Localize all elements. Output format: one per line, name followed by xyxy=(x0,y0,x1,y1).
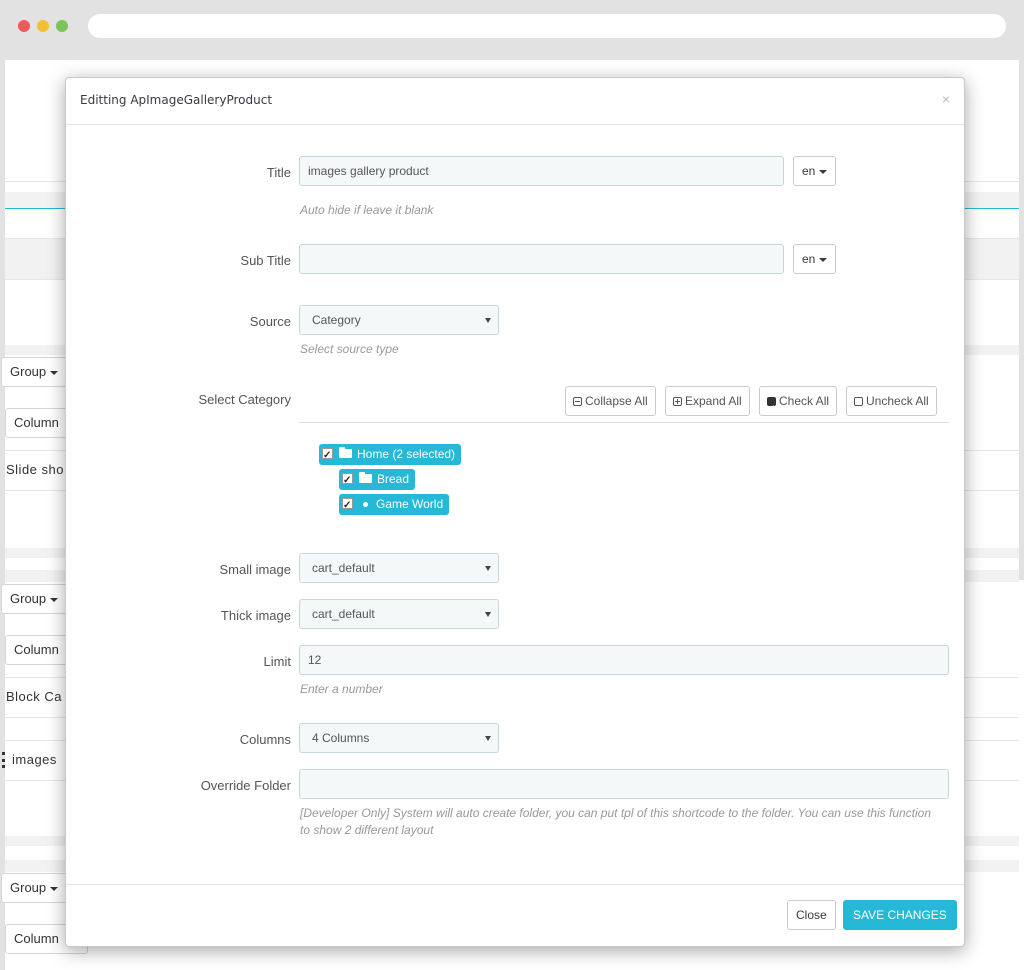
modal-header: Editting ApImageGalleryProduct × xyxy=(66,78,964,125)
limit-help-text: Enter a number xyxy=(300,682,383,696)
tree-node-bread[interactable]: Bread xyxy=(339,469,416,491)
override-folder-input[interactable] xyxy=(299,769,949,799)
browser-chrome xyxy=(0,0,1024,60)
tree-checkbox[interactable] xyxy=(342,495,353,516)
bg-group-button[interactable]: Group xyxy=(1,584,68,614)
edit-module-dialog: Editting ApImageGalleryProduct × Title i… xyxy=(65,77,965,947)
window-minimize-dot[interactable] xyxy=(37,20,49,32)
title-input[interactable]: images gallery product xyxy=(299,156,784,186)
save-changes-button[interactable]: SAVE CHANGES xyxy=(843,900,957,930)
subtitle-label: Sub Title xyxy=(240,253,291,268)
tree-divider xyxy=(299,422,949,423)
tree-checkbox[interactable] xyxy=(322,445,333,466)
expand-all-button[interactable]: Expand All xyxy=(665,386,750,416)
bg-group-button[interactable]: Group xyxy=(1,873,68,903)
bg-group-button[interactable]: Group xyxy=(1,357,68,387)
caret-down-icon xyxy=(50,886,59,891)
tree-checkbox[interactable] xyxy=(342,470,353,491)
bg-row-text: Slide sho xyxy=(6,462,64,477)
select-category-label: Select Category xyxy=(198,392,292,407)
window-maximize-dot[interactable] xyxy=(56,20,68,32)
title-label: Title xyxy=(266,165,291,180)
small-image-select[interactable]: cart_default xyxy=(299,553,499,583)
thick-image-select[interactable]: cart_default xyxy=(299,599,499,629)
tree-node-home[interactable]: Home (2 selected) xyxy=(319,444,462,466)
source-select[interactable]: Category xyxy=(299,305,499,335)
caret-down-icon xyxy=(50,597,59,602)
caret-down-icon xyxy=(50,370,59,375)
select-arrow-icon xyxy=(485,736,491,741)
close-icon[interactable]: × xyxy=(942,91,950,107)
override-folder-label: Override Folder xyxy=(200,778,291,793)
small-image-label: Small image xyxy=(219,562,291,577)
select-arrow-icon xyxy=(485,566,491,571)
drag-handle-icon[interactable] xyxy=(2,752,8,768)
source-help-text: Select source type xyxy=(300,342,399,356)
override-folder-help-text: [Developer Only] System will auto create… xyxy=(300,806,932,837)
title-help-text: Auto hide if leave it blank xyxy=(300,203,434,217)
columns-select[interactable]: 4 Columns xyxy=(299,723,499,753)
address-bar[interactable] xyxy=(88,14,1006,38)
close-button[interactable]: Close xyxy=(787,900,836,930)
checkbox-checked-icon xyxy=(767,394,776,422)
window-close-dot[interactable] xyxy=(18,20,30,32)
modal-title: Editting ApImageGalleryProduct xyxy=(80,93,273,107)
tree-node-game-world[interactable]: Game World xyxy=(339,494,450,516)
select-arrow-icon xyxy=(485,612,491,617)
collapse-icon xyxy=(573,397,582,406)
title-lang-dropdown[interactable]: en xyxy=(793,156,837,186)
expand-icon xyxy=(673,397,682,406)
columns-label: Columns xyxy=(239,732,291,747)
folder-icon xyxy=(359,472,372,483)
check-all-button[interactable]: Check All xyxy=(759,386,838,422)
caret-down-icon xyxy=(819,169,828,174)
limit-input[interactable]: 12 xyxy=(299,645,949,675)
bg-row-text: Block Ca xyxy=(6,689,63,704)
bg-row-text: images xyxy=(12,752,57,767)
uncheck-all-button[interactable]: Uncheck All xyxy=(846,386,937,416)
select-arrow-icon xyxy=(485,318,491,323)
checkbox-empty-icon xyxy=(854,397,863,406)
folder-open-icon xyxy=(339,447,352,458)
subtitle-lang-dropdown[interactable]: en xyxy=(793,244,837,274)
collapse-all-button[interactable]: Collapse All xyxy=(565,386,656,416)
thick-image-label: Thick image xyxy=(220,608,291,623)
limit-label: Limit xyxy=(263,654,291,669)
source-label: Source xyxy=(249,314,291,329)
bullet-icon xyxy=(363,502,368,507)
subtitle-input[interactable] xyxy=(299,244,784,274)
caret-down-icon xyxy=(819,257,828,262)
browser-frame-right xyxy=(1019,0,1024,580)
